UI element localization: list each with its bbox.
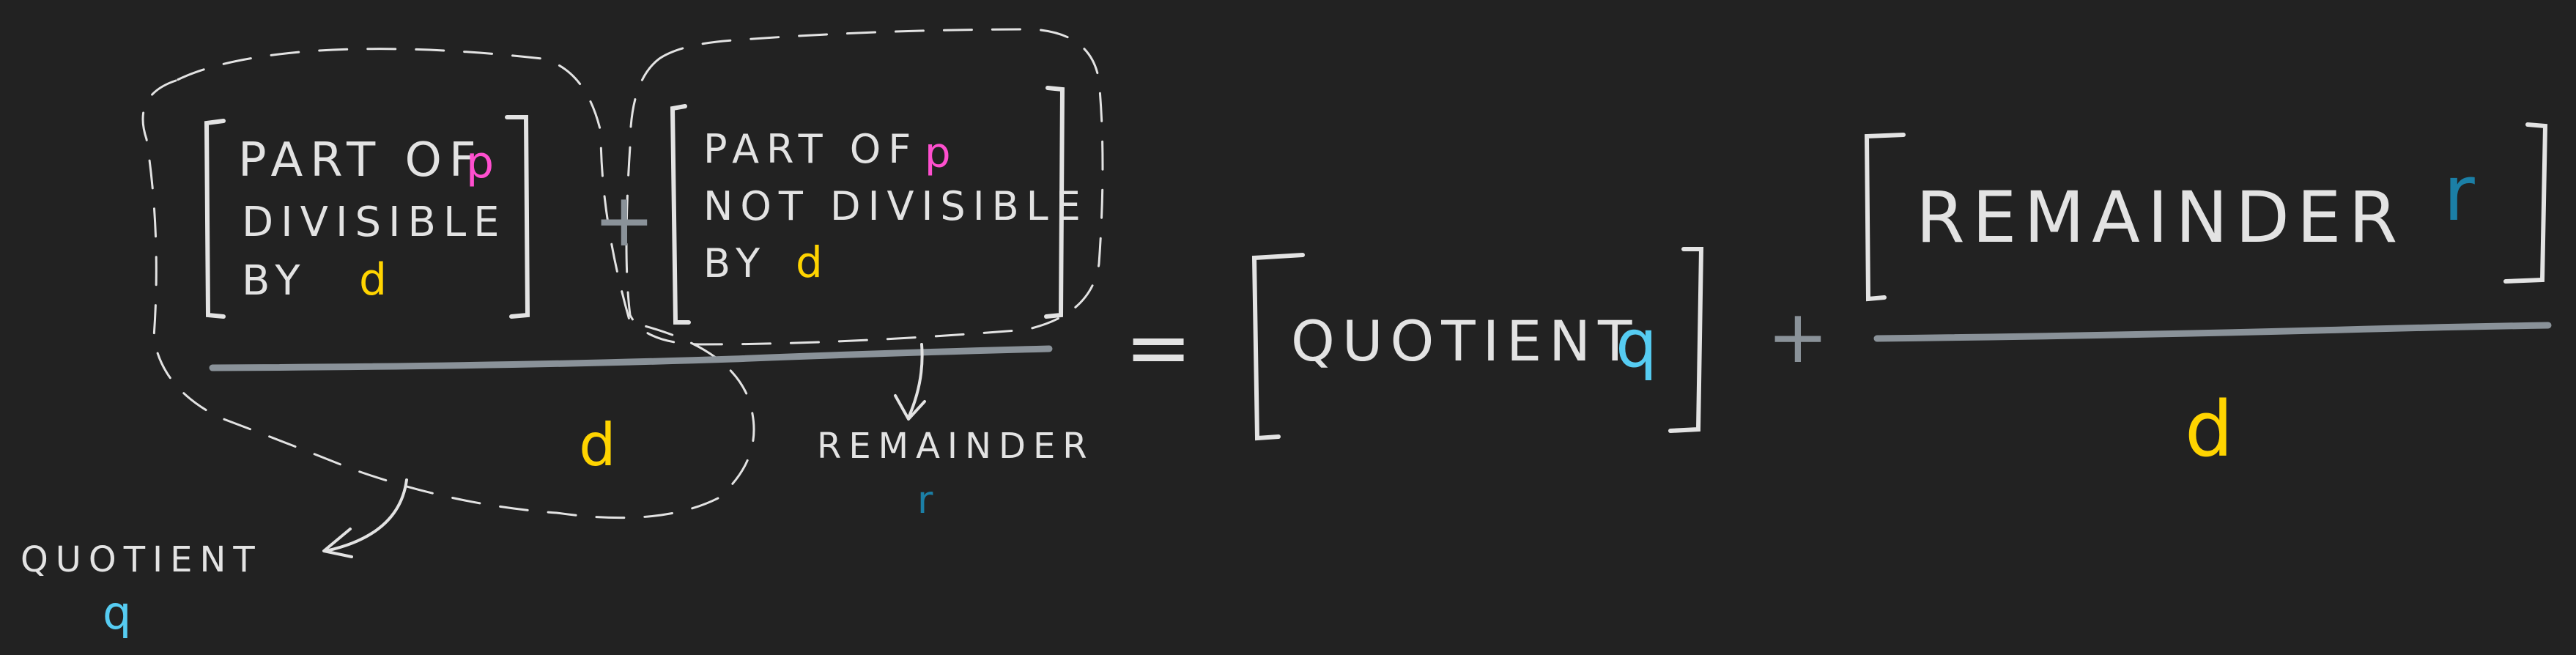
quotient-annotation-var: q <box>103 586 131 640</box>
rhs-denominator: d <box>2185 385 2233 474</box>
left-bracket-box: PART OF p DIVISIBLE BY d <box>204 115 530 319</box>
remainder-arrow-head <box>894 394 926 421</box>
equals-sign: = <box>1125 300 1192 394</box>
middle-bracket-box: PART OF p NOT DIVISIBLE BY d <box>670 86 1088 325</box>
rhs-quotient-close-bracket <box>1668 247 1704 433</box>
middle-box-line2: NOT DIVISIBLE <box>703 183 1088 229</box>
rhs-remainder-close-bracket <box>2503 122 2548 284</box>
left-box-line3: BY <box>242 257 308 305</box>
rhs-quotient-var: q <box>1615 306 1657 382</box>
rhs-plus-sign: + <box>1767 294 1829 380</box>
left-box-line2: DIVISIBLE <box>242 199 507 246</box>
rhs-remainder-bracket: REMAINDER r <box>1864 122 2548 302</box>
left-box-var-p: p <box>466 137 494 188</box>
quotient-group-dashed-outline <box>141 48 755 519</box>
remainder-annotation-label: REMAINDER <box>817 426 1095 467</box>
rhs-remainder-var: r <box>2443 149 2475 238</box>
middle-box-var-p: p <box>925 130 951 177</box>
left-fraction-bar <box>209 345 1053 371</box>
left-box-var-d: d <box>359 254 387 306</box>
rhs-quotient-bracket: QUOTIENT q <box>1251 247 1704 441</box>
left-denominator: d <box>579 411 616 479</box>
left-box-close-bracket <box>505 115 530 319</box>
rhs-remainder-label: REMAINDER <box>1916 177 2405 259</box>
left-box-line1: PART OF <box>238 133 484 188</box>
rhs-fraction-bar <box>1873 322 2552 342</box>
quotient-annotation-label: QUOTIENT <box>21 539 262 580</box>
middle-box-open-bracket <box>670 104 691 325</box>
rhs-remainder-open-bracket <box>1864 133 1906 302</box>
left-box-open-bracket <box>204 119 226 319</box>
quotient-arrow-head <box>322 528 353 558</box>
middle-box-var-d: d <box>796 237 823 287</box>
middle-box-line3: BY <box>703 240 767 286</box>
middle-box-line1: PART OF <box>703 126 918 172</box>
left-plus-sign: + <box>593 177 655 263</box>
rhs-quotient-label: QUOTIENT <box>1291 308 1639 374</box>
remainder-annotation-var: r <box>917 478 933 522</box>
division-diagram: PART OF p DIVISIBLE BY d + PART OF p NOT… <box>21 28 2552 640</box>
